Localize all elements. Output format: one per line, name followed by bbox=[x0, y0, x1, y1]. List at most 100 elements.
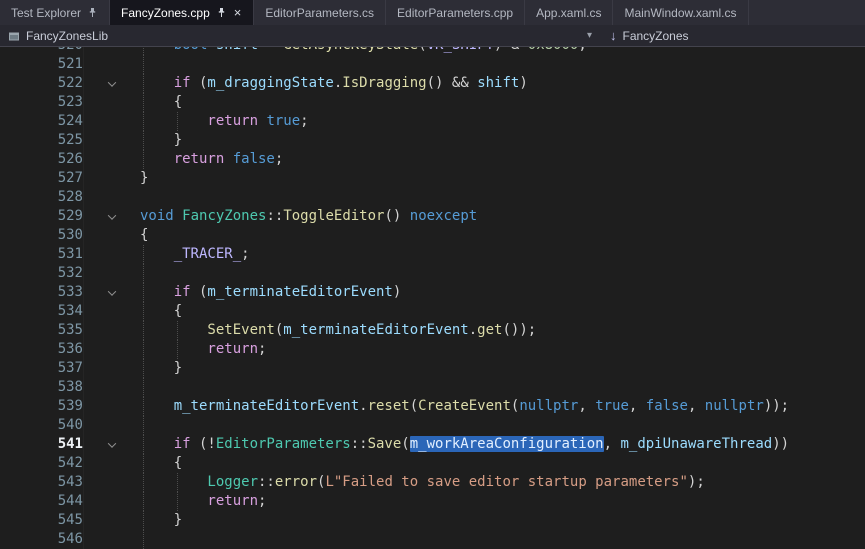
fold-arrow-icon[interactable] bbox=[84, 435, 124, 454]
fold-margin bbox=[84, 112, 124, 131]
code-line[interactable]: 545} bbox=[0, 511, 865, 530]
tab-editorparameters-cs[interactable]: EditorParameters.cs bbox=[254, 0, 386, 25]
line-number[interactable]: 533 bbox=[0, 283, 84, 302]
line-number[interactable]: 523 bbox=[0, 93, 84, 112]
code-text: return; bbox=[124, 340, 865, 359]
line-number[interactable]: 528 bbox=[0, 188, 84, 207]
code-lines: 520bool shift = GetAsyncKeyState(VK_SHIF… bbox=[0, 47, 865, 549]
code-line[interactable]: 521 bbox=[0, 55, 865, 74]
line-number[interactable]: 532 bbox=[0, 264, 84, 283]
pin-icon[interactable] bbox=[87, 7, 98, 18]
line-number[interactable]: 522 bbox=[0, 74, 84, 93]
fold-margin bbox=[84, 511, 124, 530]
code-line[interactable]: 537} bbox=[0, 359, 865, 378]
close-icon[interactable]: × bbox=[233, 6, 243, 19]
code-line[interactable]: 538 bbox=[0, 378, 865, 397]
code-text: m_terminateEditorEvent.reset(CreateEvent… bbox=[124, 397, 865, 416]
line-number[interactable]: 535 bbox=[0, 321, 84, 340]
line-number[interactable]: 520 bbox=[0, 47, 84, 55]
code-line[interactable]: 541if (!EditorParameters::Save(m_workAre… bbox=[0, 435, 865, 454]
code-line[interactable]: 520bool shift = GetAsyncKeyState(VK_SHIF… bbox=[0, 47, 865, 55]
code-line[interactable]: 528 bbox=[0, 188, 865, 207]
line-number[interactable]: 543 bbox=[0, 473, 84, 492]
fold-margin bbox=[84, 302, 124, 321]
fold-margin bbox=[84, 93, 124, 112]
code-text bbox=[124, 188, 865, 207]
fold-margin bbox=[84, 454, 124, 473]
code-line[interactable]: 543 Logger::error(L"Failed to save editor… bbox=[0, 473, 865, 492]
chevron-down-icon[interactable]: ▾ bbox=[587, 30, 592, 41]
code-line[interactable]: 531_TRACER_; bbox=[0, 245, 865, 264]
line-number[interactable]: 531 bbox=[0, 245, 84, 264]
code-line[interactable]: 523 { bbox=[0, 93, 865, 112]
fold-arrow-icon[interactable] bbox=[84, 74, 124, 93]
code-text: { bbox=[124, 226, 865, 245]
fold-margin bbox=[84, 264, 124, 283]
line-number[interactable]: 545 bbox=[0, 511, 84, 530]
code-line[interactable]: 533if (m_terminateEditorEvent) bbox=[0, 283, 865, 302]
line-number[interactable]: 546 bbox=[0, 530, 84, 549]
line-number[interactable]: 541 bbox=[0, 435, 84, 454]
fold-margin bbox=[84, 47, 124, 55]
line-number[interactable]: 529 bbox=[0, 207, 84, 226]
code-line[interactable]: 525} bbox=[0, 131, 865, 150]
fold-arrow-icon[interactable] bbox=[84, 283, 124, 302]
code-line[interactable]: 544return; bbox=[0, 492, 865, 511]
line-number[interactable]: 530 bbox=[0, 226, 84, 245]
tab-label: EditorParameters.cs bbox=[265, 6, 374, 20]
code-line[interactable]: 540 bbox=[0, 416, 865, 435]
code-text: { bbox=[124, 93, 865, 112]
code-line[interactable]: 530 { bbox=[0, 226, 865, 245]
tab-label: App.xaml.cs bbox=[536, 6, 601, 20]
line-number[interactable]: 542 bbox=[0, 454, 84, 473]
pin-icon[interactable] bbox=[216, 7, 227, 18]
code-text: { bbox=[124, 454, 865, 473]
line-number[interactable]: 538 bbox=[0, 378, 84, 397]
fold-margin bbox=[84, 416, 124, 435]
tab-fancyzones-cpp[interactable]: FancyZones.cpp × bbox=[110, 0, 254, 25]
code-line[interactable]: 539 m_terminateEditorEvent.reset(CreateEv… bbox=[0, 397, 865, 416]
tab-test-explorer[interactable]: Test Explorer bbox=[0, 0, 110, 25]
tab-app-xaml-cs[interactable]: App.xaml.cs bbox=[525, 0, 613, 25]
code-editor[interactable]: 520bool shift = GetAsyncKeyState(VK_SHIF… bbox=[0, 47, 865, 549]
code-line[interactable]: 529void FancyZones::ToggleEditor() noexc… bbox=[0, 207, 865, 226]
tab-mainwindow-xaml-cs[interactable]: MainWindow.xaml.cs bbox=[613, 0, 748, 25]
code-line[interactable]: 536 return; bbox=[0, 340, 865, 359]
code-line[interactable]: 522if (m_draggingState.IsDragging() && s… bbox=[0, 74, 865, 93]
code-line[interactable]: 526return false; bbox=[0, 150, 865, 169]
line-number[interactable]: 527 bbox=[0, 169, 84, 188]
code-line[interactable]: 546 bbox=[0, 530, 865, 549]
code-text: } bbox=[124, 169, 865, 188]
line-number[interactable]: 526 bbox=[0, 150, 84, 169]
code-line[interactable]: 527} bbox=[0, 169, 865, 188]
selection-highlight[interactable]: m_workAreaConfiguration bbox=[410, 436, 604, 452]
visual-studio-window: Test Explorer FancyZones.cpp × EditorPar… bbox=[0, 0, 865, 549]
line-number[interactable]: 525 bbox=[0, 131, 84, 150]
fold-margin bbox=[84, 245, 124, 264]
code-line[interactable]: 534{ bbox=[0, 302, 865, 321]
line-number[interactable]: 537 bbox=[0, 359, 84, 378]
line-number[interactable]: 544 bbox=[0, 492, 84, 511]
line-number[interactable]: 524 bbox=[0, 112, 84, 131]
fold-margin bbox=[84, 473, 124, 492]
code-line[interactable]: 532 bbox=[0, 264, 865, 283]
code-text bbox=[124, 530, 865, 549]
indent-guide bbox=[143, 378, 144, 397]
fold-arrow-icon[interactable] bbox=[84, 207, 124, 226]
line-number[interactable]: 539 bbox=[0, 397, 84, 416]
indent-guide bbox=[143, 530, 144, 549]
line-number[interactable]: 521 bbox=[0, 55, 84, 74]
line-number[interactable]: 540 bbox=[0, 416, 84, 435]
tab-editorparameters-cpp[interactable]: EditorParameters.cpp bbox=[386, 0, 525, 25]
code-line[interactable]: 535SetEvent(m_terminateEditorEvent.get()… bbox=[0, 321, 865, 340]
code-line[interactable]: 542 { bbox=[0, 454, 865, 473]
fold-margin bbox=[84, 530, 124, 549]
project-dropdown[interactable]: FancyZonesLib ▾ bbox=[0, 25, 600, 46]
type-dropdown[interactable]: ↓ FancyZones bbox=[600, 25, 693, 46]
member-arrow-icon: ↓ bbox=[610, 28, 617, 43]
line-number[interactable]: 534 bbox=[0, 302, 84, 321]
code-text: Logger::error(L"Failed to save editor st… bbox=[124, 473, 865, 492]
line-number[interactable]: 536 bbox=[0, 340, 84, 359]
code-line[interactable]: 524return true; bbox=[0, 112, 865, 131]
tab-label: EditorParameters.cpp bbox=[397, 6, 513, 20]
